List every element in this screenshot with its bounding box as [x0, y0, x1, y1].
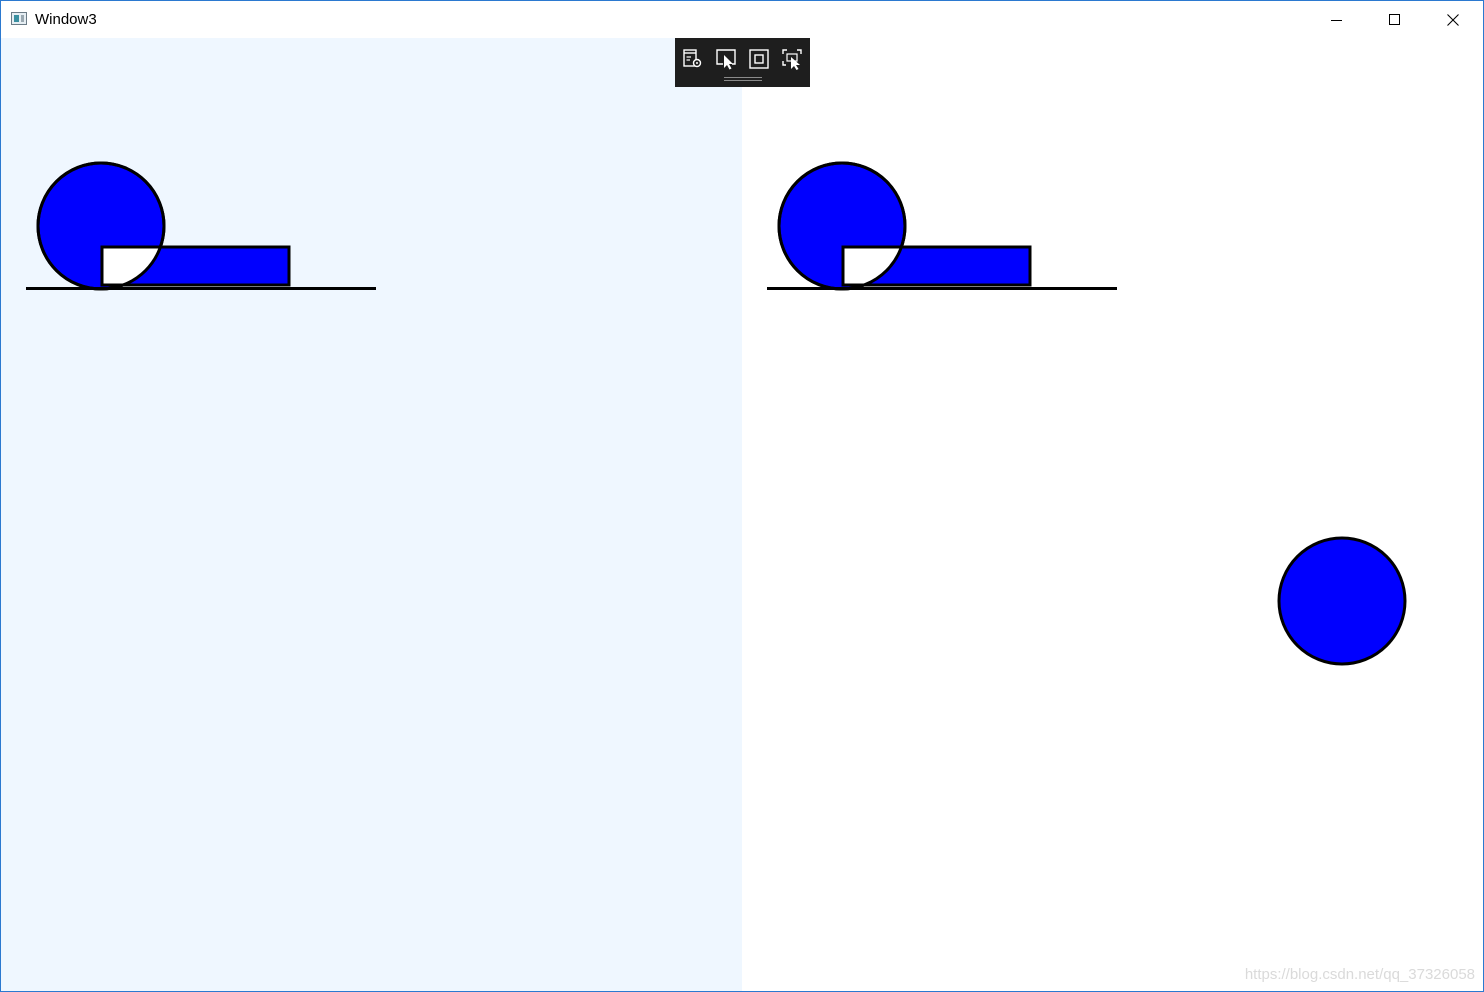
display-layout-adorners-icon [749, 49, 769, 69]
track-focused-element-icon [782, 49, 802, 70]
watermark: https://blog.csdn.net/qq_37326058 [1244, 966, 1475, 983]
debug-toolbar[interactable] [675, 38, 810, 87]
title-bar[interactable]: Window3 [1, 1, 1483, 38]
client-area: https://blog.csdn.net/qq_37326058 [1, 38, 1483, 991]
close-button[interactable] [1424, 1, 1482, 38]
display-layout-adorners-button[interactable] [743, 45, 776, 73]
right-scene [767, 161, 1407, 666]
live-visual-tree-button[interactable] [677, 45, 710, 73]
track-focused-element-button[interactable] [776, 45, 809, 73]
select-element-button[interactable] [710, 45, 743, 73]
standalone-circle-shape [1277, 536, 1407, 666]
app-window: Window3 https://blog.csdn.net/qq_3732605… [0, 0, 1484, 992]
select-element-icon [716, 49, 736, 70]
maximize-icon [1389, 13, 1400, 25]
close-icon [1447, 13, 1459, 26]
right-canvas [742, 38, 1483, 991]
left-canvas [1, 38, 742, 991]
minimize-button[interactable] [1308, 1, 1366, 38]
window-title: Window3 [35, 11, 97, 28]
maximize-button[interactable] [1366, 1, 1424, 38]
minimize-icon [1331, 19, 1342, 21]
toolbar-drag-handle[interactable] [724, 77, 762, 81]
app-icon[interactable] [11, 12, 27, 25]
live-visual-tree-icon [683, 49, 702, 68]
left-scene [26, 161, 376, 291]
